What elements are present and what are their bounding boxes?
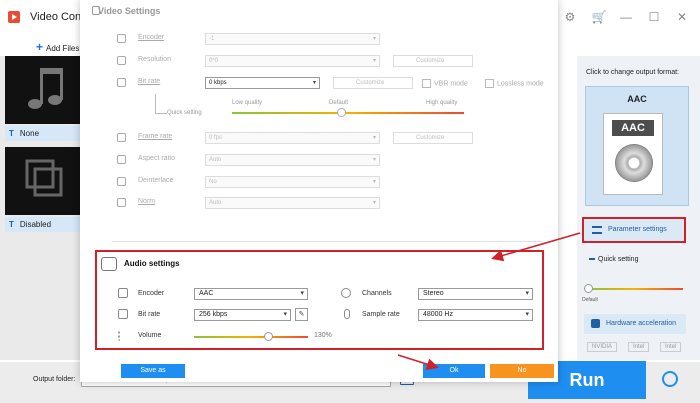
cart-icon[interactable]: 🛒 (589, 8, 609, 26)
quick-setting-connector (155, 94, 167, 114)
resolution-customize-button[interactable]: Customize (393, 55, 473, 67)
deinterlace-icon (117, 177, 126, 186)
bitrate-icon (117, 78, 126, 87)
norm-select[interactable]: Auto (205, 197, 380, 209)
high-quality-label: High quality (426, 100, 458, 106)
quick-setting-slider[interactable] (587, 288, 683, 290)
ok-button[interactable]: Ok (423, 364, 485, 378)
video-settings-title: Video Settings (98, 6, 161, 16)
audio-encoder-icon (118, 288, 128, 298)
frame-rate-select[interactable]: 0 fps (205, 132, 380, 144)
disc-icon (615, 144, 653, 182)
resolution-select[interactable]: 0*0 (205, 55, 380, 67)
channels-icon (341, 288, 351, 298)
video-bitrate-select[interactable]: 0 kbps (205, 77, 320, 89)
sample-rate-select[interactable]: 48000 Hz (418, 309, 533, 321)
settings-icon[interactable]: ⚙ (560, 8, 580, 26)
video-encoder-select[interactable]: -1 (205, 33, 380, 45)
audio-encoder-select[interactable]: AAC (194, 288, 308, 300)
bitrate-row: Bit rate (117, 77, 537, 89)
subtitle-selector[interactable]: T None (5, 126, 80, 141)
intel-badge-2: Intel (660, 342, 682, 352)
format-caption: Click to change output format: (586, 69, 679, 76)
volume-icon (118, 331, 128, 341)
aspect-ratio-label: Aspect ratio (138, 155, 175, 162)
norm-icon (117, 198, 126, 207)
aspect-ratio-select[interactable]: Auto (205, 154, 380, 166)
deinterlace-select[interactable]: No (205, 176, 380, 188)
vbr-mode-checkbox[interactable]: VBR mode (422, 79, 468, 88)
app-title: Video Conv (30, 11, 87, 23)
format-tag: AAC (612, 120, 654, 136)
minimize-icon[interactable]: — (616, 8, 636, 26)
channels-label: Channels (362, 290, 392, 297)
effect-value: Disabled (19, 220, 52, 229)
resolution-label: Resolution (138, 56, 172, 63)
audio-thumbnail[interactable] (5, 147, 80, 215)
parameter-settings-label: Parameter settings (608, 226, 667, 233)
aspect-ratio-icon (117, 155, 126, 164)
hardware-acceleration-button[interactable]: Hardware acceleration (584, 314, 686, 334)
add-files-button[interactable]: + Add Files (36, 40, 79, 54)
video-quick-setting-label: Quick setting (167, 110, 202, 116)
layers-icon (25, 159, 63, 197)
text-icon: T (9, 129, 14, 138)
volume-value: 130% (314, 332, 332, 339)
add-files-label: Add Files (46, 44, 80, 53)
quick-setting-label: Quick setting (589, 256, 638, 263)
mic-icon (344, 309, 350, 319)
frame-rate-customize-button[interactable]: Customize (393, 132, 473, 144)
nvidia-badge: NVIDIA (587, 342, 618, 352)
volume-slider-knob[interactable] (264, 332, 273, 341)
channels-select[interactable]: Stereo (418, 288, 533, 300)
encoder-label: Encoder (138, 34, 165, 41)
plus-icon: + (36, 40, 44, 54)
volume-label: Volume (138, 332, 162, 339)
low-quality-label: Low quality (232, 100, 263, 106)
speaker-icon (101, 257, 117, 271)
hardware-acceleration-label: Hardware acceleration (606, 320, 677, 327)
effect-selector[interactable]: T Disabled (5, 217, 80, 232)
bitrate-label: Bit rate (138, 78, 161, 85)
intel-badge: Intel (628, 342, 650, 352)
bitrate-customize-button[interactable]: Customize (333, 77, 413, 89)
sliders-icon (592, 226, 602, 234)
aac-format-icon: AAC (603, 113, 663, 195)
audio-bitrate-select[interactable]: 256 kbps (194, 309, 291, 321)
pencil-icon[interactable]: ✎ (295, 308, 308, 321)
quality-slider[interactable] (232, 112, 464, 114)
audio-bitrate-icon (118, 309, 128, 319)
quality-slider-knob[interactable] (337, 108, 346, 117)
maximize-icon[interactable]: ☐ (644, 8, 664, 26)
audio-settings-title: Audio settings (124, 259, 180, 268)
text-icon: T (9, 220, 14, 229)
norm-label: Norm (138, 198, 156, 205)
sample-rate-label: Sample rate (362, 311, 400, 318)
subtitle-value: None (19, 129, 40, 138)
audio-bitrate-label: Bit rate (138, 311, 161, 318)
save-as-button[interactable]: Save as (121, 364, 185, 378)
resolution-icon (117, 56, 126, 65)
video-thumbnail[interactable] (5, 56, 80, 124)
default-label: Default (582, 297, 598, 303)
app-logo-icon (8, 11, 20, 23)
close-icon[interactable]: ✕ (672, 8, 692, 26)
volume-slider[interactable] (194, 336, 308, 338)
frame-rate-label: Frame rate (138, 133, 173, 140)
encoder-icon (117, 34, 126, 43)
deinterlace-label: Deinterlace (138, 177, 174, 184)
default-quality-label: Default (329, 100, 349, 106)
parameter-settings-button[interactable]: Parameter settings (582, 217, 686, 243)
output-folder-label: Output folder: (33, 376, 76, 383)
quick-setting-knob[interactable] (584, 284, 593, 293)
output-format-label: AAC (627, 94, 647, 104)
alarm-icon[interactable] (662, 371, 678, 387)
audio-encoder-label: Encoder (138, 290, 165, 297)
frame-rate-icon (117, 133, 126, 142)
music-note-icon (28, 68, 63, 109)
no-button[interactable]: No (490, 364, 554, 378)
section-divider (112, 241, 542, 242)
lossless-mode-checkbox[interactable]: Lossless mode (485, 79, 544, 88)
